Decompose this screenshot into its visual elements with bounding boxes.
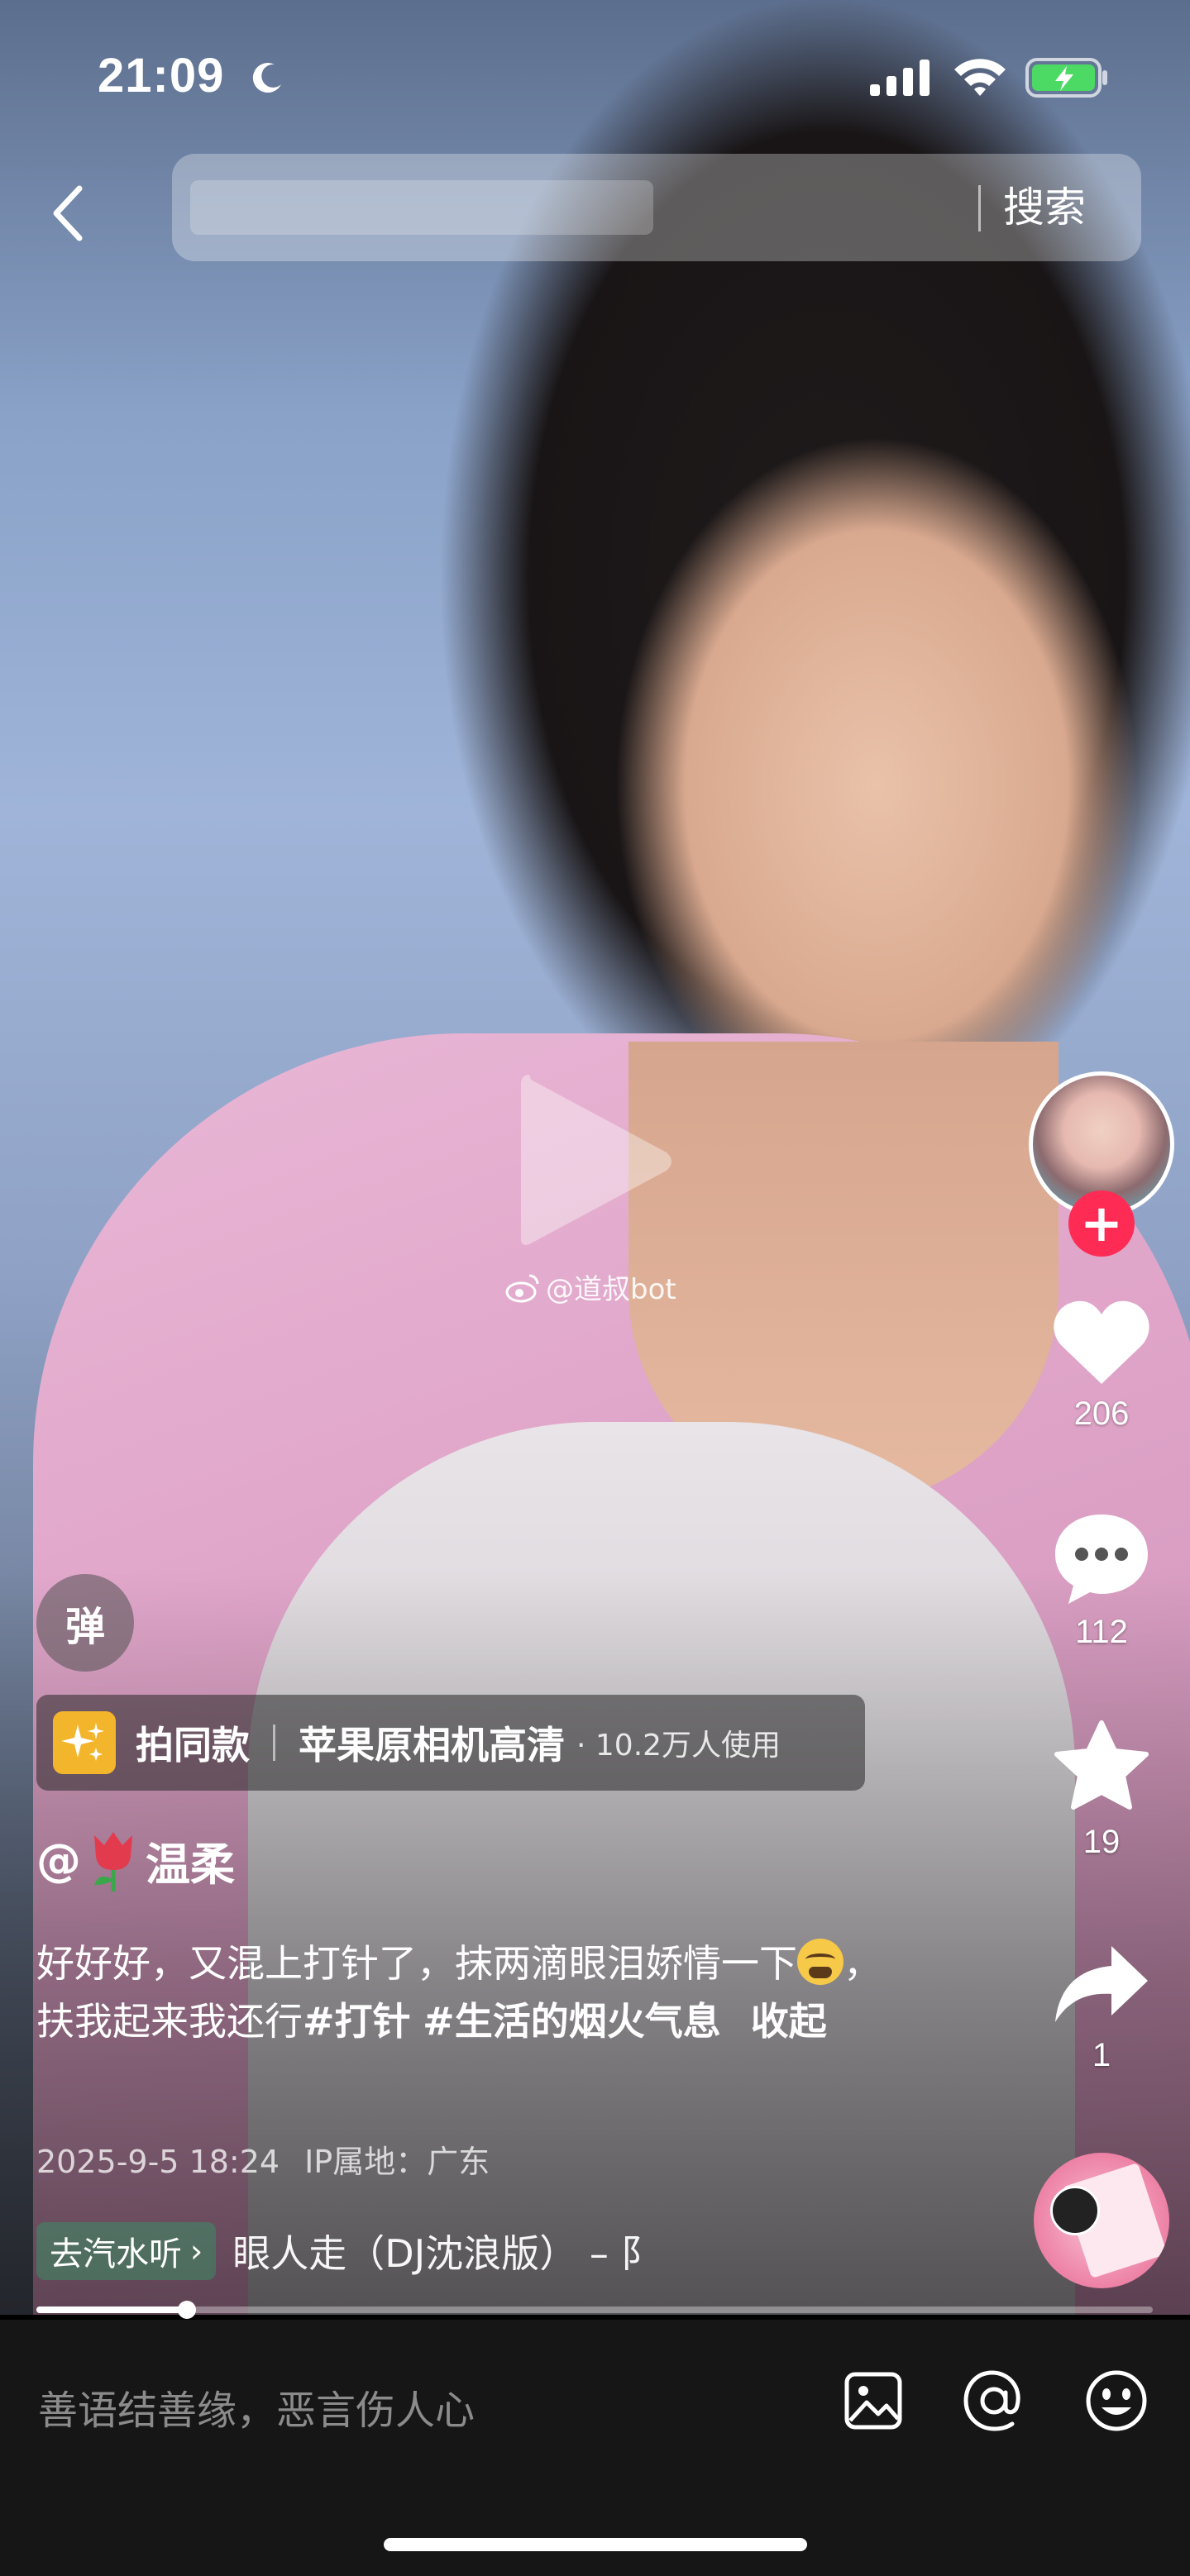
comment-bar: 善语结善缘，恶言伤人心 (0, 2320, 1190, 2576)
music-cover-avatar (1050, 2186, 1100, 2235)
comment-button[interactable]: 112 (1034, 1510, 1169, 1651)
tulip-icon (94, 1832, 132, 1891)
post-ip-location: IP属地：广东 (304, 2144, 490, 2180)
image-icon[interactable] (842, 2369, 905, 2432)
status-bar: 21:09 (0, 0, 1190, 149)
search-divider (978, 185, 981, 231)
chevron-right-icon: › (190, 2233, 203, 2269)
status-time: 21:09 (98, 49, 225, 103)
danmaku-toggle[interactable]: 弹 (36, 1574, 134, 1672)
collapse-caption-button[interactable]: 收起 (751, 1999, 827, 2044)
template-banner[interactable]: 拍同款 苹果原相机高清 · 10.2万人使用 (36, 1695, 865, 1791)
crying-emoji-icon (797, 1939, 844, 1985)
home-indicator[interactable] (384, 2538, 807, 2551)
post-meta: 2025-9-5 18:24 IP属地：广东 (36, 2136, 490, 2182)
post-datetime: 2025-9-5 18:24 (36, 2144, 280, 2180)
moon-icon (252, 63, 281, 93)
video-progress-fill (36, 2306, 188, 2313)
template-usage: · 10.2万人使用 (576, 1729, 781, 1763)
search-bar[interactable]: 搜索 (172, 154, 1141, 261)
search-button[interactable]: 搜索 (1003, 179, 1086, 236)
like-button[interactable]: 206 (1034, 1296, 1169, 1433)
share-button[interactable]: 1 (1034, 1939, 1169, 2074)
sparkle-icon (53, 1711, 116, 1774)
star-icon (1054, 1720, 1149, 1810)
like-count: 206 (1073, 1395, 1130, 1432)
share-icon (1055, 1946, 1148, 2022)
music-row: 去汽水听 › 眼人走（DJ沈浪版） – 阝 (36, 2222, 729, 2280)
author-at: @ (36, 1834, 81, 1887)
signal-icon (870, 60, 930, 96)
caption-text-a: 好好好，又混上打针了，抹两滴眼泪娇情一下 (36, 1941, 797, 1986)
follow-button[interactable]: + (1068, 1190, 1135, 1257)
battery-icon (1025, 58, 1107, 98)
play-icon[interactable] (513, 1066, 678, 1257)
comment-icon (1055, 1515, 1148, 1604)
video-progress-handle[interactable] (178, 2301, 197, 2319)
search-query-blurred (190, 180, 653, 235)
video-caption: 好好好，又混上打针了，抹两滴眼泪娇情一下 ，扶我起来我还行#打针 #生活的烟火气息… (36, 1934, 913, 2050)
author-name-link[interactable]: @ 温柔 (36, 1827, 235, 1893)
weibo-icon (505, 1274, 539, 1302)
listen-label: 去汽水听 (50, 2235, 182, 2273)
author-name: 温柔 (146, 1838, 235, 1891)
favorite-count: 19 (1082, 1824, 1121, 1860)
share-count: 1 (1092, 2037, 1111, 2073)
hashtag-link[interactable]: #打针 (303, 1999, 411, 2044)
wifi-icon (954, 59, 1006, 96)
hashtag-link[interactable]: #生活的烟火气息 (423, 1999, 721, 2044)
music-disc[interactable] (1034, 2153, 1169, 2288)
template-divider (273, 1724, 275, 1761)
heart-icon (1054, 1300, 1149, 1384)
emoji-icon[interactable] (1083, 2368, 1149, 2434)
template-action-label: 拍同款 (136, 1723, 250, 1767)
back-icon[interactable] (43, 180, 96, 246)
at-icon[interactable] (961, 2368, 1027, 2434)
comment-input[interactable]: 善语结善缘，恶言伤人心 (38, 2378, 475, 2435)
comment-count: 112 (1075, 1614, 1128, 1650)
favorite-button[interactable]: 19 (1034, 1718, 1169, 1861)
music-track-title[interactable]: 眼人走（DJ沈浪版） – 阝 (232, 2224, 729, 2278)
watermark-text: @道叔bot (546, 1273, 676, 1306)
listen-in-app-button[interactable]: 去汽水听 › (36, 2222, 217, 2280)
video-screen: 21:09 搜索 @道叔bot + 206 112 19 1 弹 拍同款 苹果原… (0, 0, 1190, 2576)
video-progress-bar[interactable] (36, 2301, 1153, 2319)
template-name: 苹果原相机高清 (299, 1723, 565, 1767)
weibo-watermark: @道叔bot (504, 1267, 676, 1307)
